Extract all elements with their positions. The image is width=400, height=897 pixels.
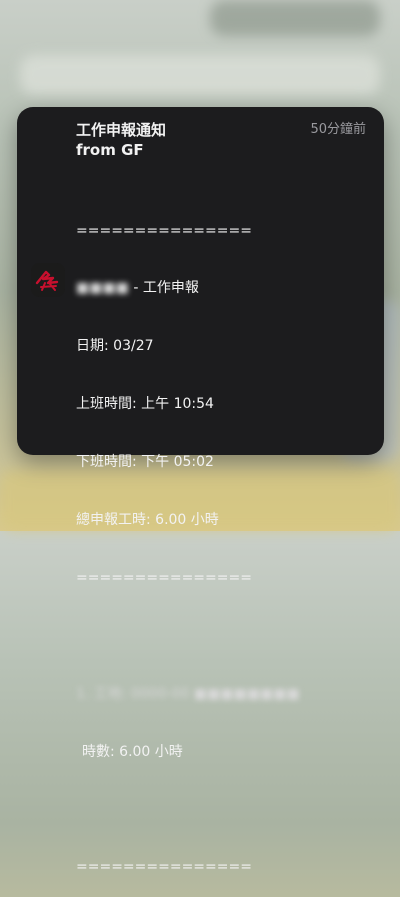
date-line: 日期: 03/27 <box>76 338 154 355</box>
notification-title: 工作申報通知 <box>76 121 167 139</box>
clock-out-line: 下班時間: 下午 05:02 <box>76 454 214 471</box>
background-blur-shape <box>210 0 380 36</box>
redacted-name: ■■■■ <box>76 280 129 297</box>
clock-in-line: 上班時間: 上午 10:54 <box>76 396 214 413</box>
notification-subtitle: from GF <box>76 141 144 159</box>
notification-timestamp: 50分鐘前 <box>310 122 366 137</box>
item-hours-line: 時數: 6.00 小時 <box>82 743 183 760</box>
redacted-site-line: 1. 工地: 0000-00 ■■■■■■■■ <box>76 685 300 702</box>
calligraphy-icon <box>35 270 59 291</box>
separator-line: =============== <box>76 859 252 876</box>
separator-line: =============== <box>76 569 252 586</box>
report-name-line: ■■■■ - 工作申報 <box>76 280 199 297</box>
total-hours-line: 總申報工時: 6.00 小時 <box>76 512 219 529</box>
notification-body: =============== ■■■■ - 工作申報 日期: 03/27 上班… <box>76 183 300 897</box>
separator-line: =============== <box>76 222 252 239</box>
background-blur-shape <box>20 55 380 95</box>
calligraphy-app-icon[interactable] <box>31 263 65 297</box>
